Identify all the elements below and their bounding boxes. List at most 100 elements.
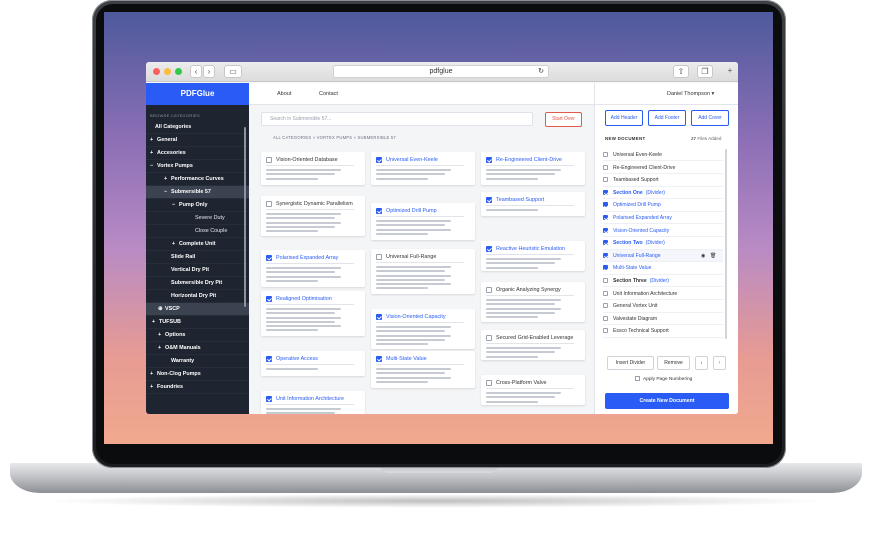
expand-toggle-icon[interactable]: ⊕ — [158, 303, 165, 316]
card-checkbox[interactable] — [266, 356, 272, 362]
add-cover-button[interactable]: Add Cover — [691, 110, 729, 126]
document-item[interactable]: Optimized Drill Pump — [603, 199, 723, 212]
sidebar-item[interactable]: + Foundries — [146, 381, 249, 394]
document-item[interactable]: Section Two (Divider) — [603, 237, 723, 250]
expand-toggle-icon[interactable]: − — [172, 199, 179, 212]
card-checkbox[interactable] — [376, 208, 382, 214]
new-tab-button[interactable]: + — [724, 65, 736, 78]
search-input[interactable]: Search in Submersible 57... — [261, 112, 533, 126]
reload-icon[interactable]: ↻ — [538, 66, 544, 78]
tabs-icon[interactable]: ❐ — [697, 65, 713, 78]
app-logo[interactable]: PDFGlue — [146, 83, 249, 105]
content-card[interactable]: Re-Engineered Client-Drive — [481, 152, 585, 185]
document-checkbox[interactable] — [603, 303, 608, 309]
expand-toggle-icon[interactable]: + — [158, 329, 165, 342]
sidebar-item[interactable]: − Pump Only — [146, 199, 249, 212]
sidebar-item[interactable]: + Accesories — [146, 147, 249, 160]
card-checkbox[interactable] — [486, 380, 492, 386]
expand-toggle-icon[interactable]: + — [150, 147, 157, 160]
sidebar-item[interactable]: − Submersible 57 — [146, 186, 249, 199]
page-numbering-checkbox[interactable] — [635, 376, 640, 382]
content-card[interactable]: Polarised Expanded Array — [261, 250, 365, 287]
sidebar-item[interactable]: + TUFSUB — [146, 316, 249, 329]
expand-toggle-icon[interactable]: + — [150, 134, 157, 147]
content-card[interactable]: Synergistic Dynamic Parallelism — [261, 196, 365, 236]
card-checkbox[interactable] — [486, 157, 492, 163]
url-bar[interactable]: pdfglue ↻ — [333, 65, 549, 78]
chevron-left-icon[interactable]: ‹ — [190, 65, 202, 78]
document-checkbox[interactable] — [603, 152, 608, 157]
user-menu[interactable]: Daniel Thompson ▾ — [667, 83, 714, 105]
sidebar-item[interactable]: Submersible Dry Pit — [146, 277, 249, 290]
remove-button[interactable]: Remove — [657, 356, 690, 370]
document-item[interactable]: Multi-State Value — [603, 262, 723, 275]
expand-toggle-icon[interactable]: + — [164, 173, 171, 186]
document-checkbox[interactable] — [603, 215, 608, 220]
card-checkbox[interactable] — [376, 157, 382, 163]
content-card[interactable]: Operative Access — [261, 351, 365, 376]
expand-toggle-icon[interactable]: + — [150, 381, 157, 394]
content-card[interactable]: Universal Full-Range — [371, 249, 475, 294]
document-item[interactable]: Vision-Oriented Capacity — [603, 225, 723, 237]
content-card[interactable]: Vision-Oriented Capacity — [371, 309, 475, 349]
expand-toggle-icon[interactable]: + — [150, 368, 157, 381]
document-scrollbar[interactable] — [725, 149, 727, 339]
sidebar-item[interactable]: + Performance Curves — [146, 173, 249, 186]
document-checkbox[interactable] — [603, 278, 608, 283]
document-item[interactable]: Section Three (Divider) — [603, 275, 723, 288]
document-item[interactable]: General Vortex Unit — [603, 300, 723, 313]
card-checkbox[interactable] — [266, 201, 272, 207]
card-checkbox[interactable] — [486, 335, 492, 341]
content-card[interactable]: Universal Even-Keele — [371, 152, 475, 185]
sidebar-item[interactable]: + General — [146, 134, 249, 147]
card-checkbox[interactable] — [486, 246, 492, 252]
sidebar-item[interactable]: + Complete Unit — [146, 238, 249, 251]
start-over-button[interactable]: Start Over — [545, 112, 582, 127]
document-checkbox[interactable] — [603, 265, 608, 271]
document-item[interactable]: Valvestate Diagram — [603, 313, 723, 326]
card-checkbox[interactable] — [266, 157, 272, 163]
share-icon[interactable]: ⇧ — [673, 65, 689, 78]
document-checkbox[interactable] — [603, 202, 608, 208]
document-checkbox[interactable] — [603, 164, 608, 170]
move-down-button[interactable]: ↓ — [695, 356, 708, 370]
eye-icon[interactable]: ◉ — [701, 250, 705, 262]
expand-toggle-icon[interactable]: + — [158, 342, 165, 355]
card-checkbox[interactable] — [266, 255, 272, 261]
document-item[interactable]: Polarised Expanded Array — [603, 212, 723, 225]
document-checkbox[interactable] — [603, 240, 608, 246]
sidebar-item[interactable]: Slide Rail — [146, 251, 249, 264]
document-checkbox[interactable] — [603, 290, 608, 296]
trash-icon[interactable]: 🗑 — [710, 250, 716, 262]
card-checkbox[interactable] — [486, 287, 492, 293]
sidebar-scrollbar[interactable] — [244, 127, 246, 307]
document-item[interactable]: Universal Full-Range ◉ 🗑 — [603, 249, 723, 263]
sidebar-item[interactable]: + Options — [146, 329, 249, 342]
expand-toggle-icon[interactable]: + — [152, 316, 159, 329]
card-checkbox[interactable] — [486, 197, 492, 203]
sidebar-item[interactable]: Warranty — [146, 355, 249, 368]
nav-contact-link[interactable]: Contact — [319, 83, 338, 105]
sidebar-item[interactable]: All Categories — [146, 121, 249, 134]
document-checkbox[interactable] — [603, 315, 608, 321]
sidebar-item[interactable]: + Non-Clog Pumps — [146, 368, 249, 381]
sidebar-item[interactable]: + O&M Manuals — [146, 342, 249, 355]
content-card[interactable]: Organic Analyzing Synergy — [481, 282, 585, 322]
content-card[interactable]: Secured Grid-Enabled Leverage — [481, 330, 585, 360]
content-card[interactable]: Teambased Support — [481, 192, 585, 216]
add-footer-button[interactable]: Add Footer — [648, 110, 686, 126]
expand-toggle-icon[interactable]: − — [150, 160, 157, 173]
document-item[interactable]: Universal Even-Keele — [603, 149, 723, 162]
sidebar-item[interactable]: Horizontal Dry Pit — [146, 290, 249, 303]
minimize-dot[interactable] — [164, 68, 171, 75]
document-item[interactable]: Unit Information Architecture — [603, 288, 723, 300]
document-checkbox[interactable] — [603, 189, 608, 195]
document-item[interactable]: Essco Technical Support — [603, 325, 723, 338]
sidebar-item[interactable]: − Vortex Pumps — [146, 160, 249, 173]
expand-toggle-icon[interactable]: + — [172, 238, 179, 251]
sidebar-item[interactable]: Severe Duty — [146, 212, 249, 225]
content-card[interactable]: Optimized Drill Pump — [371, 203, 475, 240]
move-up-button[interactable]: ↑ — [713, 356, 726, 370]
card-checkbox[interactable] — [376, 356, 382, 362]
document-item[interactable]: Section One (Divider) — [603, 187, 723, 200]
